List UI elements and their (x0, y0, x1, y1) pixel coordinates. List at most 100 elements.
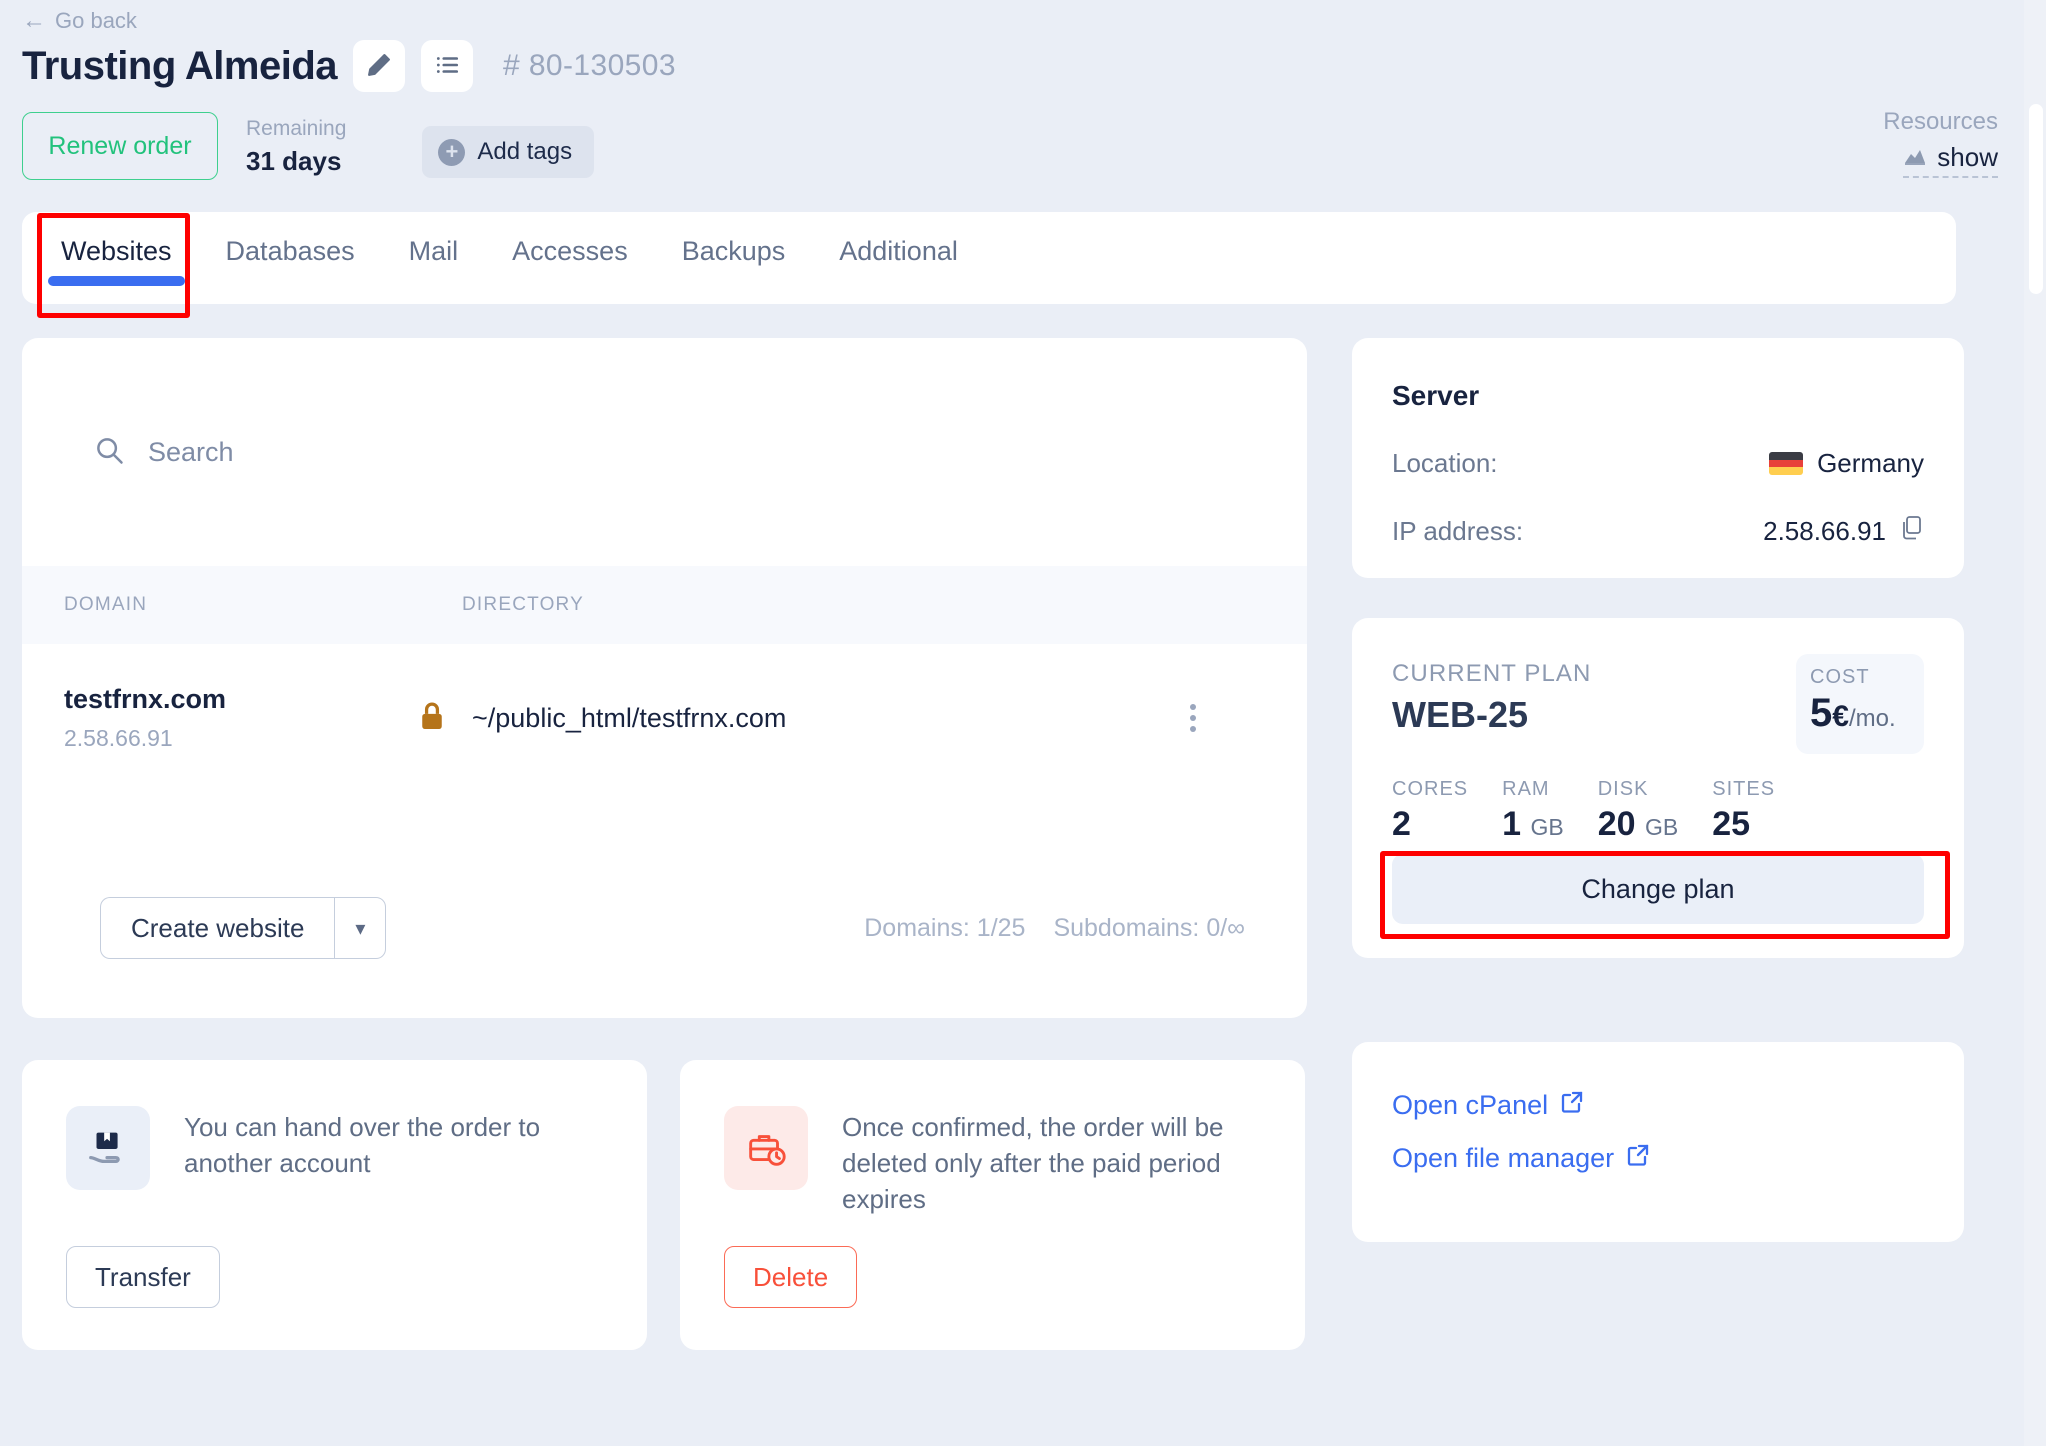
spec-value-wrap: 25 (1712, 805, 1775, 844)
cost-currency: € (1832, 700, 1849, 733)
spec-value-wrap: 1 GB (1502, 805, 1564, 844)
server-ip-row: IP address: 2.58.66.91 (1392, 515, 1924, 548)
website-counters: Domains: 1/25 Subdomains: 0/∞ (864, 914, 1245, 943)
ip-address-value: 2.58.66.91 (1763, 516, 1886, 546)
tab-websites[interactable]: Websites (34, 212, 199, 304)
arrow-left-icon: ← (22, 7, 46, 34)
resources-show-toggle[interactable]: show (1903, 142, 1998, 178)
plus-circle-icon: + (438, 138, 466, 166)
transfer-card: You can hand over the order to another a… (22, 1060, 647, 1350)
delete-card: Once confirmed, the order will be delete… (680, 1060, 1305, 1350)
search-row (22, 338, 1307, 566)
column-header-directory: DIRECTORY (462, 594, 585, 615)
cost-period: /mo. (1848, 705, 1896, 732)
cost-amount: 5 (1810, 691, 1833, 735)
tab-databases[interactable]: Databases (199, 212, 382, 304)
spec-unit: GB (1530, 814, 1564, 840)
spec-sites: SITES 25 (1712, 778, 1775, 844)
delete-card-body: Once confirmed, the order will be delete… (680, 1060, 1305, 1218)
page-title: Trusting Almeida (22, 43, 338, 88)
delete-button[interactable]: Delete (724, 1246, 858, 1308)
plan-specs: CORES 2 RAM 1 GB DISK 20 GB SITES 25 (1392, 778, 1924, 844)
hand-package-icon (66, 1106, 150, 1190)
spec-label: SITES (1712, 778, 1776, 800)
remaining-label: Remaining (246, 117, 347, 140)
remaining-block: Remaining 31 days (246, 112, 346, 177)
scrollbar-thumb[interactable] (2029, 104, 2043, 294)
lock-icon (419, 700, 445, 737)
spec-label: RAM (1502, 778, 1550, 800)
germany-flag-icon (1769, 452, 1804, 475)
spec-label: DISK (1597, 778, 1649, 800)
table-header: DOMAIN DIRECTORY (22, 566, 1307, 644)
external-link-icon (1626, 1143, 1650, 1174)
websites-card: DOMAIN DIRECTORY testfrnx.com 2.58.66.91… (22, 338, 1307, 1018)
list-view-button[interactable] (421, 40, 474, 92)
spec-value: 25 (1712, 805, 1751, 843)
tab-additional[interactable]: Additional (812, 212, 985, 304)
open-file-manager-link[interactable]: Open file manager (1392, 1143, 1650, 1174)
copy-icon[interactable] (1900, 515, 1924, 548)
go-back-link[interactable]: ← Go back (22, 8, 137, 34)
cell-directory: ~/public_html/testfrnx.com (472, 702, 787, 733)
open-cpanel-label: Open cPanel (1392, 1090, 1549, 1120)
create-website-dropdown-button[interactable]: ▾ (334, 897, 387, 959)
order-detail-page: ← Go back Trusting Almeida # 80-130503 R… (0, 0, 2046, 1446)
change-plan-button[interactable]: Change plan (1392, 854, 1924, 924)
ssl-status (392, 700, 472, 737)
resources-block: Resources show (1883, 108, 1998, 178)
create-website-button[interactable]: Create website (100, 897, 335, 959)
pencil-icon (366, 52, 392, 81)
page-scrollbar[interactable] (2024, 0, 2046, 1446)
edit-button[interactable] (353, 40, 406, 92)
remaining-value: 31 days (246, 146, 342, 177)
spec-disk: DISK 20 GB (1598, 778, 1679, 844)
transfer-button[interactable]: Transfer (66, 1246, 220, 1308)
delete-card-text: Once confirmed, the order will be delete… (842, 1112, 1224, 1214)
resources-label: Resources (1883, 108, 1998, 135)
create-website-split-button: Create website ▾ (100, 897, 387, 959)
open-cpanel-link[interactable]: Open cPanel (1392, 1090, 1584, 1121)
list-icon (434, 52, 460, 81)
open-file-manager-label: Open file manager (1392, 1143, 1615, 1173)
external-links-card: Open cPanel Open file manager (1352, 1042, 1964, 1242)
domains-count: Domains: 1/25 (864, 913, 1026, 942)
resources-show-label: show (1937, 142, 1998, 172)
server-card: Server Location: Germany IP address: 2.5… (1352, 338, 1964, 578)
websites-card-footer: Create website ▾ Domains: 1/25 Subdomain… (22, 838, 1307, 1018)
tab-backups[interactable]: Backups (655, 212, 813, 304)
chart-icon (1903, 142, 1927, 173)
spec-value-wrap: 20 GB (1598, 805, 1679, 844)
spec-ram: RAM 1 GB (1502, 778, 1564, 844)
spec-value-wrap: 2 (1392, 805, 1468, 844)
spec-value: 20 (1597, 805, 1636, 843)
briefcase-clock-icon (724, 1106, 808, 1190)
cost-value-wrap: 5€/mo. (1810, 691, 1924, 736)
cell-domain: testfrnx.com 2.58.66.91 (22, 684, 392, 752)
location-label: Location: (1392, 448, 1498, 478)
spec-value: 1 (1502, 805, 1522, 843)
cost-label: COST (1810, 666, 1870, 688)
search-icon (94, 435, 124, 470)
server-card-title: Server (1392, 380, 1480, 411)
current-plan-card: CURRENT PLAN WEB-25 COST 5€/mo. CORES 2 … (1352, 618, 1964, 958)
row-menu-button[interactable] (1169, 704, 1217, 732)
table-row[interactable]: testfrnx.com 2.58.66.91 ~/public_html/te… (22, 644, 1307, 774)
tab-bar: Websites Databases Mail Accesses Backups… (22, 212, 1956, 304)
go-back-label: Go back (55, 8, 137, 33)
spec-label: CORES (1392, 778, 1469, 800)
ip-address-label: IP address: (1392, 516, 1524, 546)
tab-mail[interactable]: Mail (382, 212, 486, 304)
transfer-card-text: You can hand over the order to another a… (184, 1112, 541, 1178)
location-value: Germany (1817, 448, 1924, 478)
column-header-domain: DOMAIN (64, 594, 148, 615)
order-number: # 80-130503 (503, 49, 676, 82)
location-value-wrap: Germany (1769, 448, 1924, 479)
renew-order-button[interactable]: Renew order (22, 112, 218, 180)
add-tags-label: Add tags (477, 138, 573, 165)
subheader-row: Renew order Remaining 31 days + Add tags (22, 112, 595, 180)
domain-name[interactable]: testfrnx.com (64, 684, 392, 715)
add-tags-button[interactable]: + Add tags (422, 126, 595, 178)
tab-accesses[interactable]: Accesses (485, 212, 655, 304)
search-input[interactable] (148, 436, 848, 468)
